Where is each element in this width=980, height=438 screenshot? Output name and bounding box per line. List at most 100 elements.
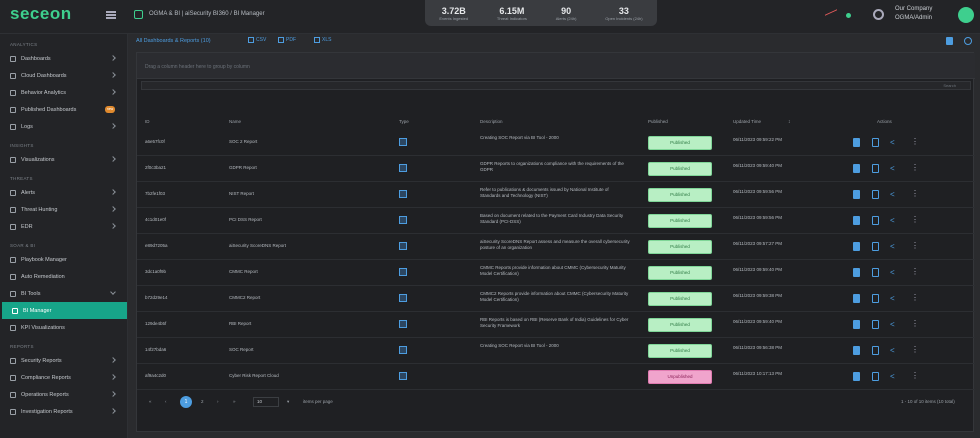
logo[interactable]: seceon: [10, 4, 72, 23]
sidebar-item-auto-remediation[interactable]: Auto Remediation: [0, 268, 127, 285]
share-icon[interactable]: <: [890, 320, 899, 329]
sidebar-item-alerts[interactable]: Alerts: [0, 184, 127, 201]
settings-icon[interactable]: [964, 37, 972, 45]
copy-icon[interactable]: [872, 190, 879, 199]
col-name[interactable]: Name: [229, 119, 241, 124]
view-report-icon[interactable]: [853, 242, 860, 251]
page-2-button[interactable]: 2: [201, 399, 204, 404]
share-icon[interactable]: <: [890, 268, 899, 277]
sidebar-item-cloud-dashboards[interactable]: Cloud Dashboards: [0, 67, 127, 84]
table-row[interactable]: 2f0c3ba21 GDPR Report GDPR Reports to or…: [137, 156, 975, 182]
sort-icon[interactable]: ↕: [788, 119, 791, 125]
share-icon[interactable]: <: [890, 242, 899, 251]
sidebar-item-playbook-manager[interactable]: Playbook Manager: [0, 251, 127, 268]
company-info[interactable]: Our Company OGMA/Admin: [895, 5, 932, 23]
table-row[interactable]: af9a4c2d0 Cyber Risk Report Cloud Unpubl…: [137, 364, 975, 390]
status-badge[interactable]: Published: [648, 188, 712, 202]
more-options-icon[interactable]: ⋮: [911, 268, 919, 277]
table-row[interactable]: b72d29e14 CMMC2 Report CMMC2 Reports pro…: [137, 286, 975, 312]
more-options-icon[interactable]: ⋮: [911, 190, 919, 199]
more-options-icon[interactable]: ⋮: [911, 320, 919, 329]
share-icon[interactable]: <: [890, 346, 899, 355]
view-report-icon[interactable]: [853, 320, 860, 329]
more-options-icon[interactable]: ⋮: [911, 164, 919, 173]
table-row[interactable]: 7b2fe1f03 NIST Report Refer to publicati…: [137, 182, 975, 208]
sidebar-item-security-reports[interactable]: Security Reports: [0, 352, 127, 369]
document-icon[interactable]: [946, 37, 953, 45]
copy-icon[interactable]: [872, 320, 879, 329]
copy-icon[interactable]: [872, 268, 879, 277]
settings-icon[interactable]: [873, 9, 884, 20]
status-badge[interactable]: Published: [648, 214, 712, 228]
page-1-button[interactable]: 1: [180, 396, 192, 408]
col-type[interactable]: Type: [399, 119, 409, 124]
sidebar-item-investigation-reports[interactable]: Investigation Reports: [0, 403, 127, 420]
copy-icon[interactable]: [872, 164, 879, 173]
status-badge[interactable]: Published: [648, 266, 712, 280]
copy-icon[interactable]: [872, 346, 879, 355]
sidebar-item-behavior-analytics[interactable]: Behavior Analytics: [0, 84, 127, 101]
view-report-icon[interactable]: [853, 216, 860, 225]
status-badge[interactable]: Published: [648, 344, 712, 358]
more-options-icon[interactable]: ⋮: [911, 216, 919, 225]
status-badge[interactable]: Published: [648, 292, 712, 306]
col-id[interactable]: ID: [145, 119, 150, 124]
status-badge[interactable]: Published: [648, 240, 712, 254]
view-report-icon[interactable]: [853, 294, 860, 303]
export-pdf-button[interactable]: PDF: [278, 37, 296, 43]
menu-toggle-icon[interactable]: [106, 11, 116, 19]
sidebar-item-published-dashboards[interactable]: Published Dashboards new: [0, 101, 127, 118]
view-report-icon[interactable]: [853, 164, 860, 173]
view-report-icon[interactable]: [853, 346, 860, 355]
col-published[interactable]: Published: [648, 119, 668, 124]
sidebar-item-bi-tools[interactable]: BI Tools: [0, 285, 127, 302]
first-page-button[interactable]: «: [149, 399, 152, 404]
sidebar-item-operations-reports[interactable]: Operations Reports: [0, 386, 127, 403]
copy-icon[interactable]: [872, 216, 879, 225]
col-updated[interactable]: Updated Time: [733, 119, 761, 124]
avatar[interactable]: [958, 7, 974, 23]
table-row[interactable]: a6e57fc0f SOC 2 Report Creating SOC Repo…: [137, 130, 975, 156]
sidebar-item-threat-hunting[interactable]: Threat Hunting: [0, 201, 127, 218]
search-input[interactable]: Search: [141, 81, 971, 90]
more-options-icon[interactable]: ⋮: [911, 372, 919, 381]
last-page-button[interactable]: »: [233, 399, 236, 404]
all-reports-link[interactable]: All Dashboards & Reports (10): [136, 38, 211, 44]
more-options-icon[interactable]: ⋮: [911, 294, 919, 303]
page-size-select[interactable]: 10: [253, 397, 279, 407]
sidebar-item-compliance-reports[interactable]: Compliance Reports: [0, 369, 127, 386]
view-report-icon[interactable]: [853, 190, 860, 199]
more-options-icon[interactable]: ⋮: [911, 138, 919, 147]
table-row[interactable]: 4c1d01e0f PCI DSS Report Based on docume…: [137, 208, 975, 234]
share-icon[interactable]: <: [890, 190, 899, 199]
status-badge[interactable]: Published: [648, 318, 712, 332]
export-csv-button[interactable]: CSV: [248, 37, 266, 43]
status-badge[interactable]: Unpublished: [648, 370, 712, 384]
share-icon[interactable]: <: [890, 164, 899, 173]
more-options-icon[interactable]: ⋮: [911, 242, 919, 251]
view-report-icon[interactable]: [853, 268, 860, 277]
group-panel[interactable]: Drag a column header here to group by co…: [137, 53, 975, 79]
more-options-icon[interactable]: ⋮: [911, 346, 919, 355]
export-xls-button[interactable]: XLS: [314, 37, 331, 43]
copy-icon[interactable]: [872, 294, 879, 303]
copy-icon[interactable]: [872, 372, 879, 381]
table-row[interactable]: 129de4b5f RBI Report RBI Reports is base…: [137, 312, 975, 338]
table-row[interactable]: e89d7205a aiSecurity ScoreDNS Report aiS…: [137, 234, 975, 260]
copy-icon[interactable]: [872, 242, 879, 251]
prev-page-button[interactable]: ‹: [165, 399, 167, 404]
share-icon[interactable]: <: [890, 216, 899, 225]
view-report-icon[interactable]: [853, 138, 860, 147]
copy-icon[interactable]: [872, 138, 879, 147]
status-badge[interactable]: Published: [648, 136, 712, 150]
table-row[interactable]: 14f27bda6 SOC Report Creating SOC Report…: [137, 338, 975, 364]
view-report-icon[interactable]: [853, 372, 860, 381]
sidebar-item-kpi-visualizations[interactable]: KPI Visualizations: [0, 319, 127, 336]
next-page-button[interactable]: ›: [217, 399, 219, 404]
sidebar-item-bi-manager[interactable]: BI Manager: [2, 302, 127, 319]
table-row[interactable]: 3dc1a0f9b CMMC Report CMMC Reports provi…: [137, 260, 975, 286]
sidebar-item-logs[interactable]: Logs: [0, 118, 127, 135]
sidebar-item-visualizations[interactable]: Visualizations: [0, 151, 127, 168]
chevron-down-icon[interactable]: ▾: [287, 399, 289, 405]
share-icon[interactable]: <: [890, 372, 899, 381]
